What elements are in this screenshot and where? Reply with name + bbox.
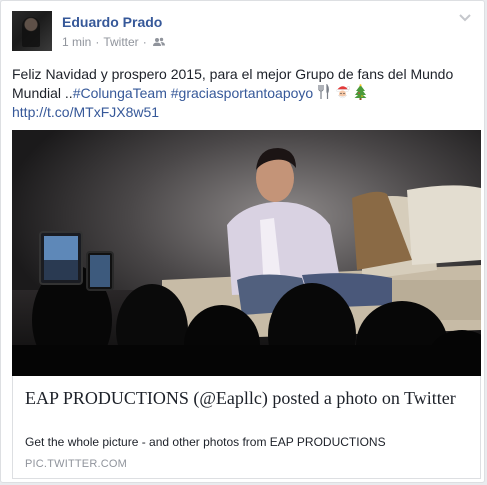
link-preview-domain: PIC.TWITTER.COM xyxy=(25,458,127,470)
hashtag-link[interactable]: #graciasportantoapoyo xyxy=(171,85,313,101)
post-url-link[interactable]: http://t.co/MTxFJX8w51 xyxy=(12,104,159,120)
avatar-figure xyxy=(22,17,40,47)
link-preview-description: Get the whole picture - and other photos… xyxy=(25,435,386,449)
post-message: Feliz Navidad y prospero 2015, para el m… xyxy=(12,65,478,122)
fork-knife-icon xyxy=(318,84,330,99)
author-avatar[interactable] xyxy=(12,11,52,51)
author-name-link[interactable]: Eduardo Prado xyxy=(62,14,162,30)
meta-separator: · xyxy=(142,35,147,49)
chevron-down-icon[interactable] xyxy=(458,13,472,23)
link-preview[interactable]: EAP PRODUCTIONS (@Eapllc) posted a photo… xyxy=(12,376,481,479)
attachment-photo[interactable] xyxy=(12,130,481,376)
santa-icon xyxy=(336,86,350,99)
post-meta: 1 min · Twitter · xyxy=(62,35,165,49)
shared-photo-image xyxy=(12,130,481,376)
friends-icon[interactable] xyxy=(152,37,165,47)
feed-post-card: Eduardo Prado 1 min · Twitter · Feliz Na… xyxy=(0,0,485,483)
link-preview-title[interactable]: EAP PRODUCTIONS (@Eapllc) posted a photo… xyxy=(25,387,465,409)
post-source: Twitter xyxy=(103,35,139,49)
christmas-tree-icon xyxy=(354,84,367,100)
meta-separator: · xyxy=(95,35,100,49)
post-timestamp[interactable]: 1 min xyxy=(62,35,91,49)
hashtag-link[interactable]: #ColungaTeam xyxy=(73,85,167,101)
